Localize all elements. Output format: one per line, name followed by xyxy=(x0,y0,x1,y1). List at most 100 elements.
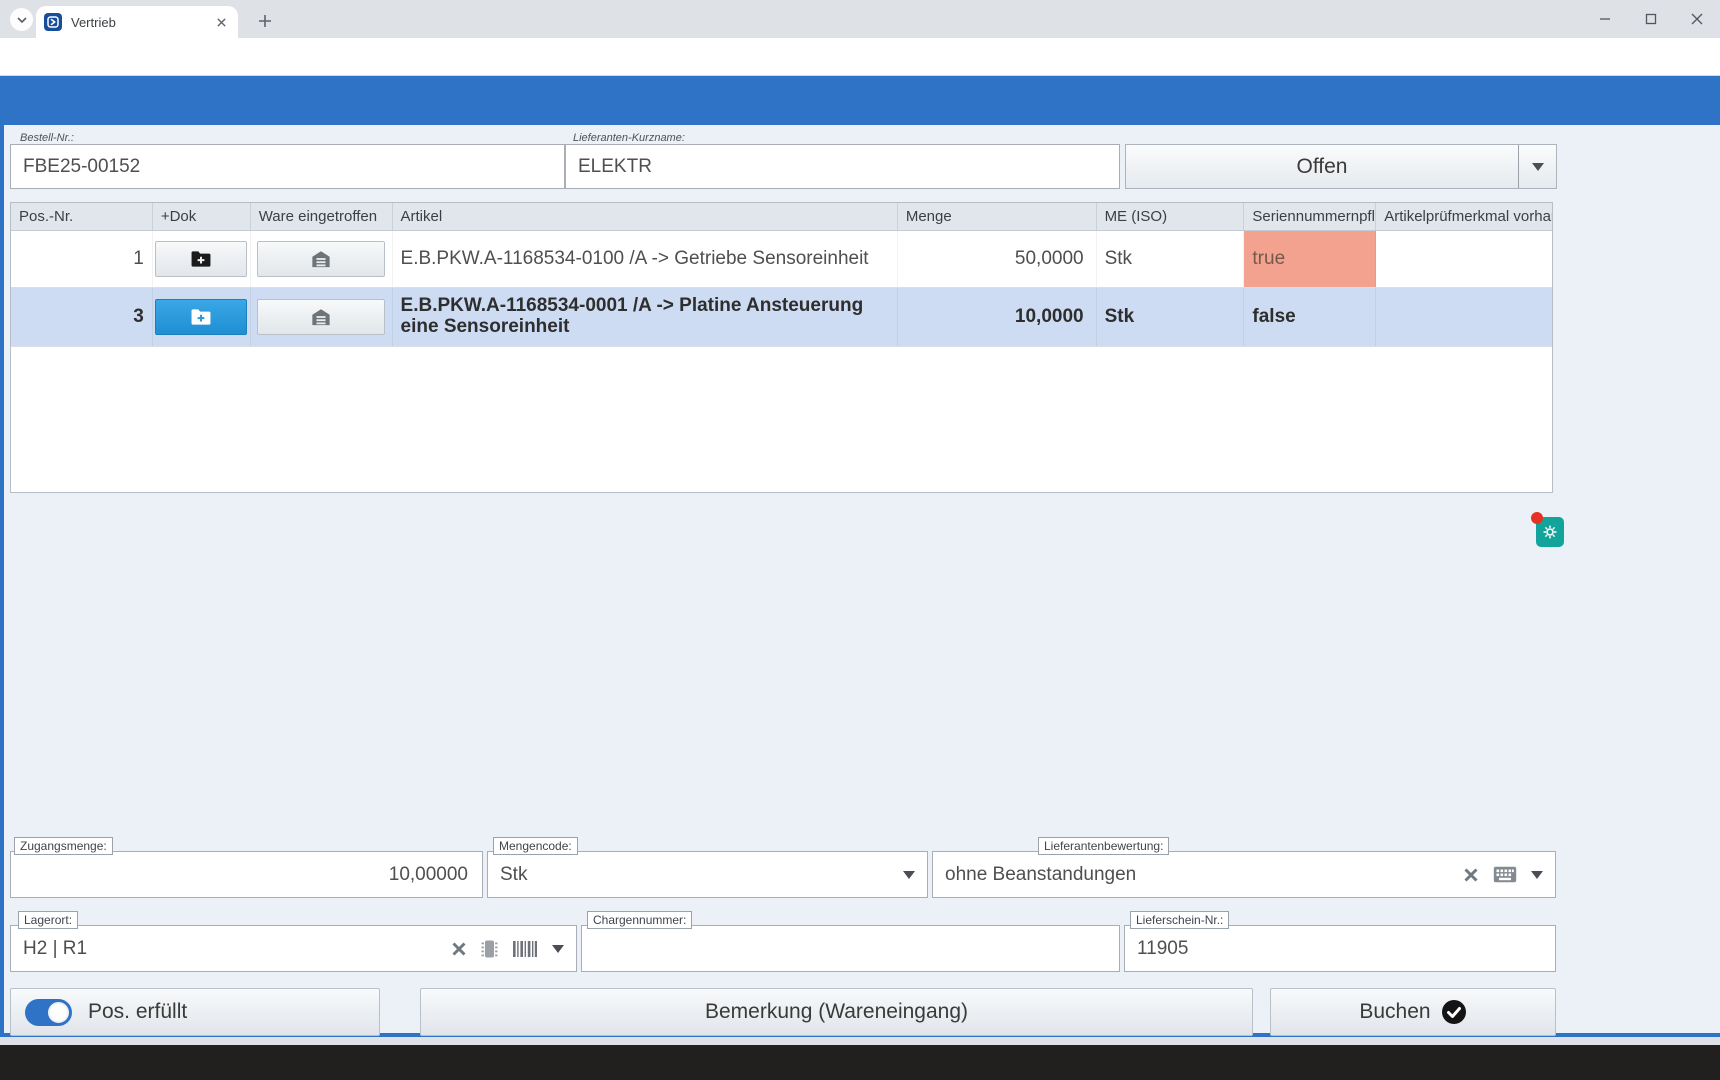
row-ware-cell xyxy=(251,231,393,287)
mengencode-value: Stk xyxy=(488,864,903,886)
zugangsmenge-field[interactable]: 10,00000 xyxy=(10,851,483,898)
lieferant-field[interactable]: ELEKTR xyxy=(565,144,1120,189)
positions-table: Pos.-Nr. +Dok Ware eingetroffen Artikel … xyxy=(10,202,1553,493)
toggle-knob xyxy=(48,1002,69,1023)
buchen-button[interactable]: Buchen xyxy=(1270,988,1556,1036)
bestellnr-label: Bestell-Nr.: xyxy=(20,132,74,144)
col-serien: Seriennummernpflicht xyxy=(1244,203,1376,230)
windows-taskbar: p2017srv.prodat-sql.d... mobile (Channel… xyxy=(0,1045,1720,1080)
clear-icon[interactable] xyxy=(1463,867,1479,883)
chargennummer-label: Chargennummer: xyxy=(587,911,692,929)
lieferschein-field[interactable]: 11905 xyxy=(1124,925,1556,972)
mengencode-label: Mengencode: xyxy=(493,837,578,855)
lieferschein-value: 11905 xyxy=(1125,938,1555,960)
bestellnr-value: FBE25-00152 xyxy=(23,156,140,178)
window-controls xyxy=(1582,0,1720,38)
row-dok-cell xyxy=(153,231,251,287)
overlay-notification-badge[interactable] xyxy=(1536,517,1564,547)
col-pruef: Artikelprüfmerkmal vorhanden xyxy=(1376,203,1552,230)
col-ware: Ware eingetroffen xyxy=(251,203,393,230)
minimize-icon xyxy=(1599,13,1611,25)
status-value: Offen xyxy=(1126,155,1518,179)
rfid-chip-icon[interactable] xyxy=(481,938,498,960)
barcode-icon[interactable] xyxy=(512,940,538,958)
row-pruefmerkmal xyxy=(1376,231,1552,287)
close-icon xyxy=(1691,13,1703,25)
gear-icon xyxy=(1542,524,1558,540)
row-menge: 50,0000 xyxy=(898,231,1097,287)
lieferant-label: Lieferanten-Kurzname: xyxy=(573,132,685,144)
warehouse-icon xyxy=(310,249,332,269)
row-seriennummernpflicht: true xyxy=(1244,231,1376,287)
row-pos: 3 xyxy=(11,288,153,346)
col-pos: Pos.-Nr. xyxy=(11,203,153,230)
tab-title: Vertrieb xyxy=(71,15,213,30)
tab-search-button[interactable] xyxy=(10,8,33,31)
browser-tab[interactable]: Vertrieb xyxy=(36,6,238,38)
folder-plus-icon xyxy=(190,308,212,326)
clear-icon[interactable] xyxy=(451,941,467,957)
app-header: Lagerbewegungen(E) PRODAT xyxy=(0,76,1720,125)
chevron-down-icon[interactable] xyxy=(1531,871,1543,879)
status-dropdown-arrow[interactable] xyxy=(1518,145,1556,188)
row-artikel: E.B.PKW.A-1168534-0001 /A -> Platine Ans… xyxy=(393,288,898,346)
add-document-button[interactable] xyxy=(155,299,247,335)
check-circle-icon xyxy=(1441,999,1467,1025)
window-close-button[interactable] xyxy=(1674,0,1720,38)
notification-dot xyxy=(1531,512,1543,524)
chevron-down-icon[interactable] xyxy=(552,945,564,953)
lieferantenbewertung-value: ohne Beanstandungen xyxy=(933,864,1463,886)
window-minimize-button[interactable] xyxy=(1582,0,1628,38)
prodat-favicon-icon xyxy=(44,13,62,31)
ware-eingetroffen-button[interactable] xyxy=(257,241,385,277)
chevron-down-icon[interactable] xyxy=(903,871,915,879)
row-ware-cell xyxy=(251,288,393,346)
pos-erfuellt-panel[interactable]: Pos. erfüllt xyxy=(10,988,380,1036)
row-me: Stk xyxy=(1097,231,1245,287)
row-dok-cell xyxy=(153,288,251,346)
lieferschein-label: Lieferschein-Nr.: xyxy=(1130,911,1229,929)
table-row[interactable]: 1 E.B.PKW.A-1168534-0100 /A -> Getriebe … xyxy=(11,231,1552,288)
warehouse-icon xyxy=(310,307,332,327)
ware-eingetroffen-button[interactable] xyxy=(257,299,385,335)
row-me: Stk xyxy=(1097,288,1245,346)
chevron-down-icon xyxy=(16,14,28,26)
bestellnr-field[interactable]: FBE25-00152 xyxy=(10,144,565,189)
row-artikel: E.B.PKW.A-1168534-0100 /A -> Getriebe Se… xyxy=(393,231,898,287)
window-maximize-button[interactable] xyxy=(1628,0,1674,38)
bemerkung-label: Bemerkung (Wareneingang) xyxy=(705,1000,968,1024)
folder-plus-icon xyxy=(190,250,212,268)
browser-toolbar: vertrieb.m.prodat-erp.de:8093 S xyxy=(0,38,1720,76)
plus-icon xyxy=(258,14,272,28)
keyboard-icon[interactable] xyxy=(1493,866,1517,883)
add-document-button[interactable] xyxy=(155,241,247,277)
pos-erfuellt-label: Pos. erfüllt xyxy=(88,1000,187,1024)
row-pos: 1 xyxy=(11,231,153,287)
table-header: Pos.-Nr. +Dok Ware eingetroffen Artikel … xyxy=(11,203,1552,231)
lagerort-field[interactable]: H2 | R1 xyxy=(10,925,577,972)
col-me: ME (ISO) xyxy=(1097,203,1245,230)
table-row-selected[interactable]: 3 E.B.PKW.A-1168534-0001 /A -> Platine A… xyxy=(11,288,1552,347)
chevron-down-icon xyxy=(1532,163,1544,171)
lieferant-value: ELEKTR xyxy=(578,156,652,178)
chargennummer-field[interactable] xyxy=(581,925,1120,972)
status-dropdown[interactable]: Offen xyxy=(1125,144,1557,189)
lagerort-label: Lagerort: xyxy=(18,911,78,929)
lagerort-value: H2 | R1 xyxy=(11,938,451,960)
col-menge: Menge xyxy=(898,203,1097,230)
lieferantenbewertung-field[interactable]: ohne Beanstandungen xyxy=(932,851,1556,898)
col-dok: +Dok xyxy=(153,203,251,230)
row-seriennummernpflicht: false xyxy=(1244,288,1376,346)
mengencode-dropdown[interactable]: Stk xyxy=(487,851,928,898)
tab-close-icon[interactable] xyxy=(213,14,230,31)
screen: Vertrieb vertrieb.m.prodat-erp.de xyxy=(0,0,1720,1080)
pos-erfuellt-toggle[interactable] xyxy=(25,999,72,1026)
col-artikel: Artikel xyxy=(393,203,898,230)
buchen-label: Buchen xyxy=(1359,1000,1430,1024)
browser-tabstrip: Vertrieb xyxy=(0,0,1720,38)
lieferantenbewertung-label: Lieferantenbewertung: xyxy=(1038,837,1169,855)
zugangsmenge-label: Zugangsmenge: xyxy=(14,837,113,855)
zugangsmenge-value: 10,00000 xyxy=(11,864,482,886)
bemerkung-button[interactable]: Bemerkung (Wareneingang) xyxy=(420,988,1253,1036)
new-tab-button[interactable] xyxy=(252,8,278,34)
